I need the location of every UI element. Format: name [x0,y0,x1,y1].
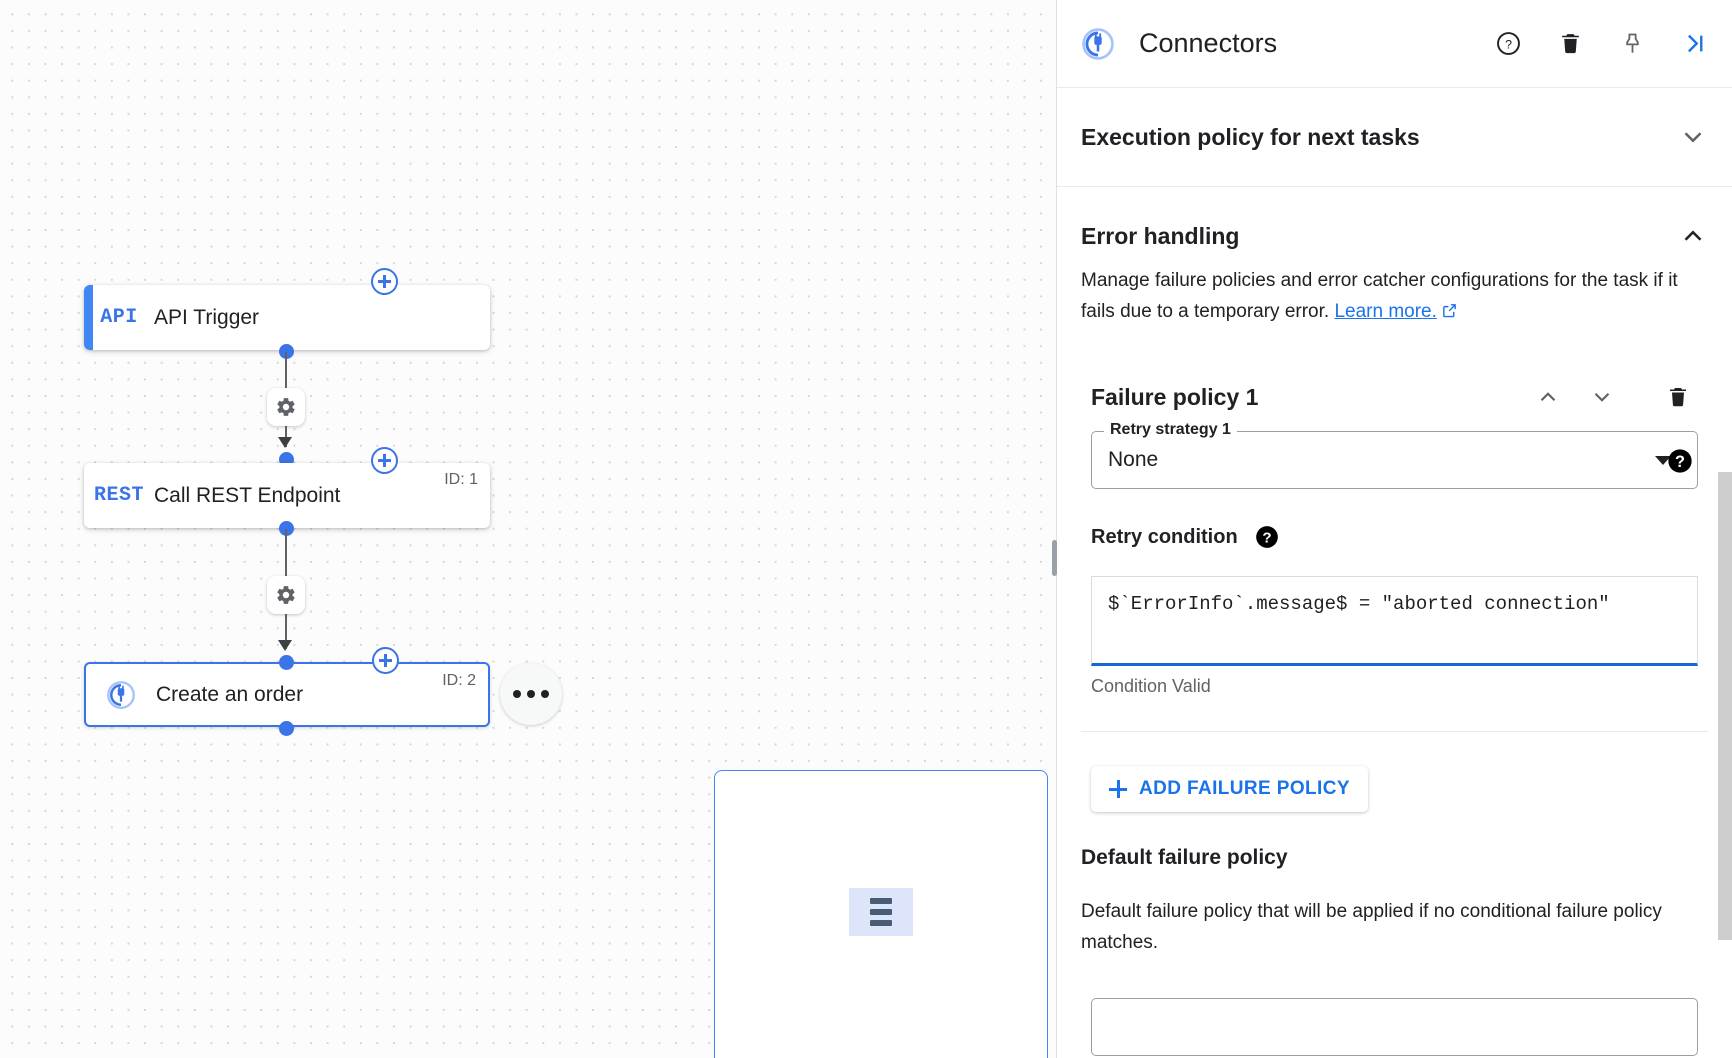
node-badge-rest: REST [84,484,154,507]
failure-policy-header: Failure policy 1 [1081,381,1708,413]
external-link-icon[interactable] [1441,298,1458,329]
panel-header-actions: ? [1494,30,1708,58]
chevron-up-icon[interactable] [1678,221,1708,251]
flow-arrow-1 [278,437,292,448]
svg-text:?: ? [1262,529,1271,546]
node-title: Call REST Endpoint [154,484,340,508]
retry-condition-label: Retry condition [1091,526,1238,549]
add-node-button-2[interactable] [371,447,398,474]
node-title: API Trigger [154,306,259,330]
flow-node-create-an-order[interactable]: Create an order ID: 2 [84,662,490,727]
connectors-plug-icon [1081,27,1115,61]
flow-node-call-rest-endpoint[interactable]: REST Call REST Endpoint ID: 1 [84,463,490,528]
svg-text:?: ? [1675,453,1685,471]
failure-policy-title: Failure policy 1 [1091,384,1510,411]
panel-scrollbar[interactable] [1718,472,1732,940]
retry-condition-helper-text: Condition Valid [1091,676,1708,697]
node-id-label: ID: 2 [442,672,476,690]
add-failure-policy-button[interactable]: ADD FAILURE POLICY [1091,766,1368,812]
retry-condition-code: $`ErrorInfo`.message$ = "aborted connect… [1108,593,1681,615]
connector-dot-out-3[interactable] [279,721,294,736]
panel-content: Execution policy for next tasks Error ha… [1057,88,1732,1058]
node-badge-api: API [84,306,154,329]
gear-icon [275,584,297,606]
svg-text:?: ? [1505,38,1512,52]
divider [1081,731,1708,732]
error-handling-description: Manage failure policies and error catche… [1081,265,1681,329]
more-dot [527,690,535,698]
section-error-handling: Error handling Manage failure policies a… [1057,187,1732,1056]
default-policy-field[interactable] [1091,998,1698,1056]
canvas-preview-panel[interactable] [714,770,1048,1058]
collapse-icon[interactable] [1680,30,1708,58]
add-node-button-3[interactable] [372,647,399,674]
more-dot [541,690,549,698]
connectors-side-panel: Connectors ? [1056,0,1732,1058]
plus-icon [1109,780,1127,798]
delete-policy-icon[interactable] [1662,381,1694,413]
flow-canvas[interactable]: API API Trigger REST Call REST Endpoint … [0,0,1056,1058]
node-more-options-button[interactable] [500,663,562,725]
edge-settings-button-2[interactable] [267,576,305,614]
move-down-icon[interactable] [1586,381,1618,413]
node-title: Create an order [156,683,303,707]
add-node-button-1[interactable] [371,268,398,295]
section-title: Error handling [1081,223,1678,250]
retry-strategy-legend: Retry strategy 1 [1104,421,1237,439]
section-error-handling-header[interactable]: Error handling [1081,187,1708,251]
edge-settings-button-1[interactable] [267,388,305,426]
move-up-icon[interactable] [1532,381,1564,413]
flow-node-api-trigger[interactable]: API API Trigger [84,285,490,350]
retry-condition-label-row: Retry condition ? [1091,524,1708,550]
default-failure-policy-description: Default failure policy that will be appl… [1081,896,1681,958]
help-icon[interactable]: ? [1494,30,1522,58]
flow-arrow-2 [278,640,292,651]
node-badge-connector [86,680,156,710]
learn-more-link[interactable]: Learn more. [1334,301,1436,322]
node-id-label: ID: 1 [444,471,478,489]
connector-plug-icon [106,680,136,710]
chevron-down-icon[interactable] [1678,122,1708,152]
connector-dot-in-3[interactable] [279,655,294,670]
retry-condition-editor[interactable]: $`ErrorInfo`.message$ = "aborted connect… [1091,576,1698,666]
panel-header: Connectors ? [1057,0,1732,88]
help-icon[interactable]: ? [1666,447,1694,475]
retry-strategy-help-wrap: ? [1081,447,1708,480]
help-icon[interactable]: ? [1254,524,1280,550]
section-title: Execution policy for next tasks [1081,124,1678,151]
list-lines-icon [849,888,913,936]
panel-title: Connectors [1139,28,1494,59]
default-failure-policy-title: Default failure policy [1081,846,1708,870]
integration-editor: API API Trigger REST Call REST Endpoint … [0,0,1732,1058]
node-accent-bar [84,285,93,350]
gear-icon [275,396,297,418]
add-failure-policy-label: ADD FAILURE POLICY [1139,778,1350,800]
section-execution-policy[interactable]: Execution policy for next tasks [1057,88,1732,187]
pin-icon[interactable] [1618,30,1646,58]
more-dot [513,690,521,698]
delete-icon[interactable] [1556,30,1584,58]
